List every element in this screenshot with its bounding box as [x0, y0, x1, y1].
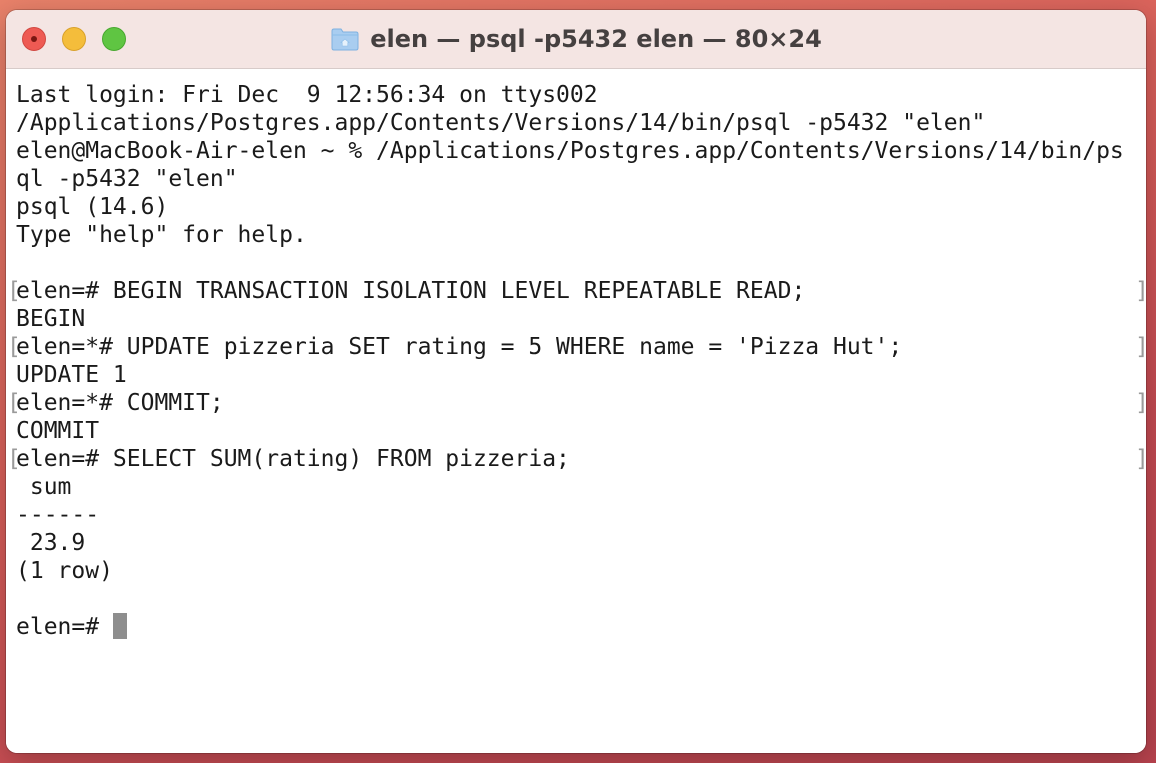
terminal-line: elen@MacBook-Air-elen ~ % /Applications/…	[16, 138, 1124, 164]
window-title-area: elen — psql -p5432 elen — 80×24	[6, 10, 1146, 68]
mark-bracket-right: ]	[1135, 389, 1146, 417]
prompt-line: elen=*# COMMIT;	[16, 390, 224, 416]
terminal-window: elen — psql -p5432 elen — 80×24 Last log…	[6, 10, 1146, 753]
result-row-count: (1 row)	[16, 558, 113, 584]
current-prompt-line[interactable]: elen=#	[16, 612, 127, 641]
terminal-line: ql -p5432 "elen"	[16, 166, 238, 192]
folder-icon	[331, 28, 359, 51]
terminal-line: UPDATE 1	[16, 362, 127, 388]
terminal-line: Type "help" for help.	[16, 222, 307, 248]
terminal-line: psql (14.6)	[16, 194, 169, 220]
terminal-line: Last login: Fri Dec 9 12:56:34 on ttys00…	[16, 82, 598, 108]
mark-bracket-right: ]	[1135, 445, 1146, 473]
result-separator: ------	[16, 502, 100, 528]
terminal-content[interactable]: Last login: Fri Dec 9 12:56:34 on ttys00…	[6, 69, 1146, 753]
prompt-line: elen=# BEGIN TRANSACTION ISOLATION LEVEL…	[16, 278, 806, 304]
result-header: sum	[16, 474, 72, 500]
prompt-line: elen=*# UPDATE pizzeria SET rating = 5 W…	[16, 334, 903, 360]
terminal-line: COMMIT	[16, 418, 100, 444]
prompt-line: elen=# SELECT SUM(rating) FROM pizzeria;	[16, 446, 570, 472]
title-bar[interactable]: elen — psql -p5432 elen — 80×24	[6, 10, 1146, 69]
result-value: 23.9	[16, 530, 86, 556]
window-title: elen — psql -p5432 elen — 80×24	[370, 25, 822, 53]
terminal-line: BEGIN	[16, 306, 86, 332]
mark-bracket-right: ]	[1135, 333, 1146, 361]
terminal-line: /Applications/Postgres.app/Contents/Vers…	[16, 110, 986, 136]
current-prompt: elen=#	[16, 614, 113, 640]
mark-bracket-right: ]	[1135, 277, 1146, 305]
text-cursor	[112, 612, 127, 639]
